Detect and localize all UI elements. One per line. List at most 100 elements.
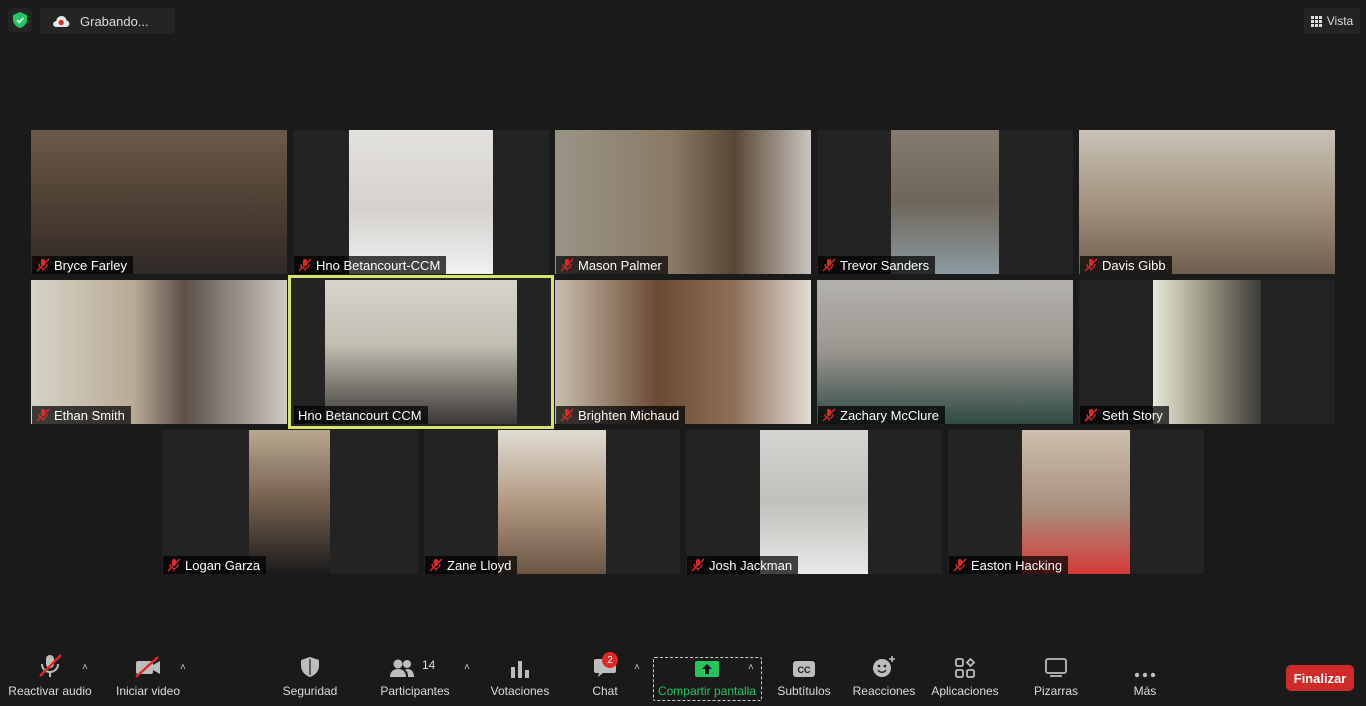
view-button[interactable]: Vista — [1304, 8, 1360, 34]
reactions-button[interactable]: Reacciones — [852, 648, 916, 706]
reactions-label: Reacciones — [852, 684, 916, 698]
whiteboards-button[interactable]: Pizarras — [1025, 648, 1087, 706]
participant-name-tag: Hno Betancourt CCM — [294, 406, 428, 424]
recording-label: Grabando... — [80, 13, 149, 29]
participant-name-tag: Bryce Farley — [32, 256, 133, 274]
chat-unread-badge: 2 — [602, 652, 618, 668]
security-button[interactable]: Seguridad — [278, 648, 342, 706]
muted-mic-icon — [953, 558, 967, 572]
more-label: Más — [1133, 684, 1157, 698]
people-icon: 14 — [378, 648, 452, 680]
participants-label: Participantes — [380, 684, 450, 698]
muted-mic-icon — [822, 258, 836, 272]
participant-name-tag: Zane Lloyd — [425, 556, 518, 574]
participant-video — [1153, 280, 1261, 424]
video-tile[interactable]: Mason Palmer — [555, 130, 811, 274]
video-options-caret-icon[interactable]: ˄ — [180, 662, 186, 673]
participant-video — [1022, 430, 1130, 574]
muted-mic-icon — [822, 408, 836, 422]
video-tile[interactable]: Brighten Michaud — [555, 280, 811, 424]
video-tile[interactable]: Logan Garza — [162, 430, 418, 574]
grid-icon — [1310, 15, 1322, 27]
participant-name: Bryce Farley — [54, 257, 127, 273]
captions-button[interactable]: CC Subtítulos — [772, 648, 836, 706]
chat-button[interactable]: 2 Chat — [586, 648, 624, 706]
participant-video — [891, 130, 999, 274]
whiteboards-label: Pizarras — [1033, 684, 1078, 698]
polls-label: Votaciones — [490, 684, 550, 698]
video-tile[interactable]: Ethan Smith — [31, 280, 287, 424]
more-dots-icon — [1134, 648, 1156, 680]
svg-text:CC: CC — [798, 665, 811, 675]
share-options-caret-icon[interactable]: ˄ — [748, 662, 754, 673]
video-tile[interactable]: Hno Betancourt-CCM — [293, 130, 549, 274]
participant-video — [498, 430, 606, 574]
video-tile[interactable]: Bryce Farley — [31, 130, 287, 274]
security-label: Seguridad — [282, 684, 338, 698]
participant-name-tag: Easton Hacking — [949, 556, 1069, 574]
video-tile[interactable]: Easton Hacking — [948, 430, 1204, 574]
muted-microphone-icon — [37, 648, 63, 680]
muted-mic-icon — [36, 408, 50, 422]
participant-name-tag: Brighten Michaud — [556, 406, 686, 424]
participant-video — [555, 130, 811, 274]
muted-mic-icon — [1084, 258, 1098, 272]
participant-name: Ethan Smith — [54, 407, 125, 423]
video-tile[interactable]: Zane Lloyd — [424, 430, 680, 574]
video-tile[interactable]: Davis Gibb — [1079, 130, 1335, 274]
participant-video — [817, 280, 1073, 424]
video-tile[interactable]: Seth Story — [1079, 280, 1335, 424]
participant-video — [249, 430, 330, 574]
muted-mic-icon — [298, 258, 312, 272]
muted-mic-icon — [691, 558, 705, 572]
participant-name: Hno Betancourt-CCM — [316, 257, 441, 273]
apps-button[interactable]: Aplicaciones — [928, 648, 1002, 706]
video-tile[interactable]: Trevor Sanders — [817, 130, 1073, 274]
video-tile-active-speaker[interactable]: Hno Betancourt CCM — [288, 275, 554, 429]
unmute-label: Reactivar audio — [8, 684, 92, 698]
muted-mic-icon — [560, 408, 574, 422]
chat-bubble-icon: 2 — [586, 648, 624, 680]
participant-video — [760, 430, 868, 574]
shield-icon — [300, 648, 320, 680]
polls-button[interactable]: Votaciones — [488, 648, 552, 706]
video-tile[interactable]: Zachary McClure — [817, 280, 1073, 424]
view-label: Vista — [1326, 14, 1354, 28]
participant-name-tag: Mason Palmer — [556, 256, 668, 274]
muted-mic-icon — [36, 258, 50, 272]
participant-name: Zane Lloyd — [447, 557, 512, 573]
recording-indicator[interactable]: Grabando... — [40, 8, 175, 34]
participant-name-tag: Zachary McClure — [818, 406, 945, 424]
apps-label: Aplicaciones — [931, 684, 999, 698]
emoji-add-icon — [872, 648, 896, 680]
whiteboard-icon — [1045, 648, 1067, 680]
participant-name-tag: Ethan Smith — [32, 406, 131, 424]
start-video-button[interactable]: Iniciar video — [112, 648, 184, 706]
chat-options-caret-icon[interactable]: ˄ — [634, 662, 640, 673]
muted-mic-icon — [560, 258, 574, 272]
participant-name: Davis Gibb — [1102, 257, 1166, 273]
participant-name-tag: Seth Story — [1080, 406, 1169, 424]
muted-mic-icon — [167, 558, 181, 572]
end-meeting-button[interactable]: Finalizar — [1286, 665, 1354, 691]
video-tile[interactable]: Josh Jackman — [686, 430, 942, 574]
meeting-toolbar: Reactivar audio ˄ Iniciar video ˄ Seguri… — [0, 648, 1366, 706]
participant-name: Easton Hacking — [971, 557, 1063, 573]
participants-button[interactable]: 14 Participantes — [378, 648, 452, 706]
participants-options-caret-icon[interactable]: ˄ — [464, 662, 470, 673]
bar-chart-icon — [510, 648, 530, 680]
participant-video — [349, 130, 493, 274]
participant-name-tag: Davis Gibb — [1080, 256, 1172, 274]
participants-count: 14 — [422, 658, 436, 672]
participant-video — [31, 280, 287, 424]
captions-label: Subtítulos — [777, 684, 831, 698]
participant-name: Mason Palmer — [578, 257, 662, 273]
muted-mic-icon — [1084, 408, 1098, 422]
more-button[interactable]: Más — [1120, 648, 1170, 706]
share-screen-button[interactable]: Compartir pantalla — [655, 648, 759, 706]
security-shield-icon[interactable] — [8, 8, 32, 32]
participant-name: Hno Betancourt CCM — [298, 407, 422, 423]
cloud-recording-icon — [52, 15, 70, 27]
unmute-button[interactable]: Reactivar audio — [8, 648, 92, 706]
audio-options-caret-icon[interactable]: ˄ — [82, 662, 88, 673]
